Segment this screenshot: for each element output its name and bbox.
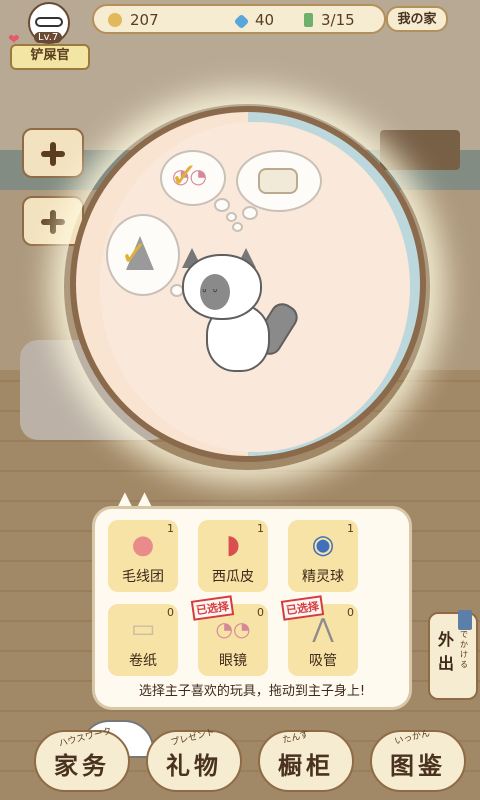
check-icon: ✓ [120, 234, 149, 274]
plus-icon-vertical [50, 210, 56, 234]
nav-label: 家务 [54, 752, 110, 780]
avatar-glasses [35, 17, 63, 27]
cat-head: ᐡᐡ [182, 254, 262, 320]
coin-icon [108, 13, 122, 27]
toilet-paper-icon [258, 168, 298, 194]
coin-counter: 207 [108, 11, 159, 29]
toy-count: 0 [167, 606, 174, 619]
thought-dot [226, 212, 237, 222]
toy-count: 1 [167, 522, 174, 535]
resource-bar: 207 40 3/15 [92, 4, 386, 34]
nav-housework-button[interactable]: ハウスワーク 家务 [34, 727, 130, 792]
nav-cabinet-button[interactable]: たんす 橱柜 [258, 730, 354, 792]
progress-counter: 3/15 [304, 11, 355, 29]
player-avatar-panel[interactable]: ❤ Lv.7 铲屎官 [6, 2, 92, 72]
thought-bubble-glasses: ◔◔ ✓ [160, 150, 226, 206]
thought-dot [214, 198, 230, 212]
crystal-ball-icon: ◉ [311, 530, 335, 560]
book-icon [304, 13, 313, 27]
toy-label: 吸管 [309, 653, 337, 669]
nav-ruby: いっかん [393, 728, 432, 748]
progress-value: 3/15 [321, 11, 355, 29]
door-icon [458, 610, 472, 630]
nav-label: 图鉴 [390, 752, 446, 780]
nav-gift-button[interactable]: プレゼント 礼物 [146, 728, 242, 792]
nav-label: 礼物 [166, 752, 222, 780]
go-out-button[interactable]: 外出 でかける [428, 610, 478, 700]
nav-ruby: たんす [281, 729, 311, 747]
toy-item-straw[interactable]: ⋀ 0 已选择 吸管 [280, 595, 358, 676]
toy-item-yarn[interactable]: ● 1 毛线团 [108, 520, 178, 592]
toy-count: 0 [347, 606, 354, 619]
watermelon-rind-icon: ◗ [226, 530, 240, 560]
toy-label: 眼镜 [219, 653, 247, 669]
yarn-ball-icon: ● [131, 530, 155, 560]
nav-label: 橱柜 [278, 752, 334, 780]
thought-bubble-straw: ✓ [106, 214, 180, 296]
gem-counter: 40 [233, 11, 275, 30]
go-out-label: 外出 [438, 630, 455, 673]
toy-item-glasses[interactable]: ◔◔ 0 已选择 眼镜 [190, 595, 268, 676]
toy-count: 1 [347, 522, 354, 535]
my-home-button[interactable]: 我の家 [386, 6, 448, 32]
toy-item-crystal-ball[interactable]: ◉ 1 精灵球 [288, 520, 358, 592]
nav-encyclopedia-button[interactable]: いっかん 图鉴 [370, 729, 466, 792]
check-icon: ✓ [170, 156, 199, 196]
thought-dot [232, 222, 243, 232]
instruction-hint: 选择主子喜欢的玩具，拖动到主子身上! [138, 684, 366, 699]
cat-face: ᐡᐡ [202, 286, 224, 300]
gem-value: 40 [255, 11, 275, 29]
add-button-top[interactable] [22, 128, 84, 178]
thought-dot [242, 206, 258, 220]
toy-item-toilet-paper[interactable]: ▭ 0 卷纸 [108, 604, 178, 676]
toy-item-watermelon[interactable]: ◗ 1 西瓜皮 [198, 520, 268, 592]
toilet-paper-icon: ▭ [130, 614, 156, 644]
coin-value: 207 [130, 11, 159, 29]
thought-bubble-paper [236, 150, 322, 212]
plus-icon-vertical [50, 142, 56, 166]
user-title: 铲屎官 [10, 44, 90, 70]
toy-label: 精灵球 [302, 569, 344, 585]
toy-label: 卷纸 [129, 653, 157, 669]
toy-count: 0 [257, 606, 264, 619]
level-badge: Lv.7 [34, 32, 63, 43]
toy-label: 西瓜皮 [212, 569, 254, 585]
cat-character[interactable]: ᐡᐡ [176, 248, 316, 378]
go-out-ruby: でかける [460, 630, 468, 669]
toy-count: 1 [257, 522, 264, 535]
gem-icon [233, 13, 250, 30]
toy-label: 毛线团 [122, 569, 164, 585]
